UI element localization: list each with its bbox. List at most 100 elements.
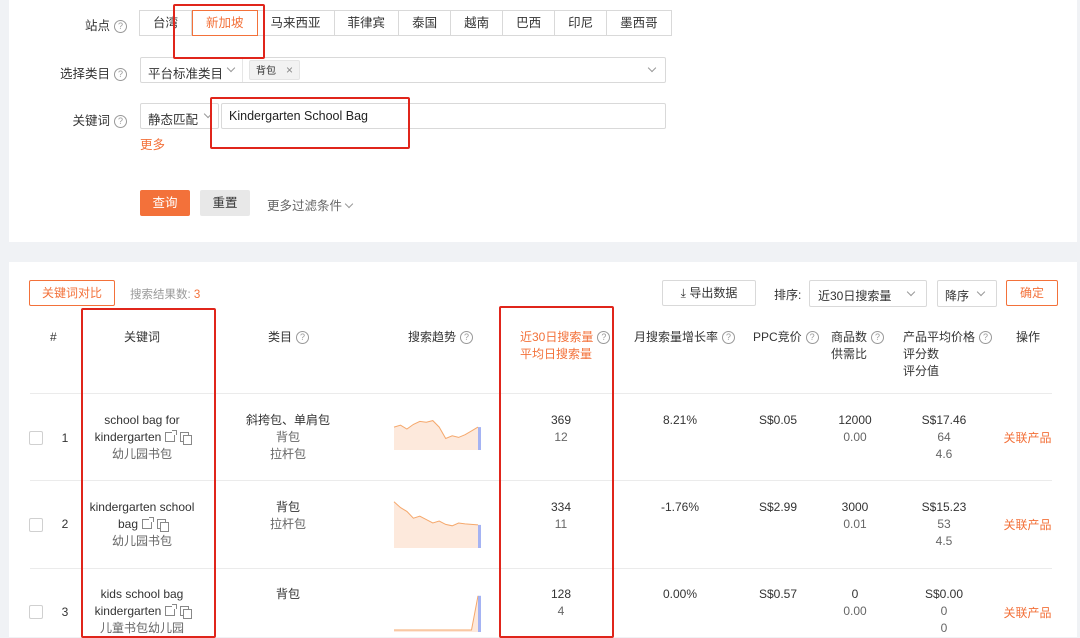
compare-button[interactable]: 关键词对比	[29, 280, 115, 306]
category-cell: 斜挎包、单肩包 背包 拉杆包	[245, 413, 330, 461]
help-icon[interactable]: ?	[871, 331, 885, 344]
row-index: 1	[61, 431, 69, 445]
col-search30[interactable]: 近30日搜索量? 平均日搜索量	[520, 329, 611, 363]
external-link-icon[interactable]	[142, 517, 155, 529]
supply-cell: 3000 0.01	[841, 500, 869, 531]
trend-sparkline	[393, 420, 481, 450]
chevron-down-icon[interactable]	[647, 63, 657, 73]
row-checkbox[interactable]	[29, 518, 43, 532]
keyword-cell: kids school bag kindergarten 儿童书包幼儿园	[82, 586, 202, 637]
row-index: 2	[61, 517, 69, 531]
site-tab-ph[interactable]: 菲律宾	[333, 10, 400, 36]
copy-icon[interactable]	[180, 432, 193, 445]
help-icon[interactable]: ?	[722, 331, 736, 344]
help-icon[interactable]: ?	[114, 68, 127, 81]
category-label: 选择类目?	[12, 63, 127, 82]
trend-line	[394, 595, 479, 631]
ppc-cell: S$2.99	[758, 500, 798, 514]
help-icon[interactable]: ?	[114, 20, 127, 33]
related-products-link[interactable]: 关联产品	[1000, 605, 1055, 622]
trend-latest-bar	[478, 595, 481, 632]
site-tab-th[interactable]: 泰国	[398, 10, 452, 36]
more-filters-toggle[interactable]: 更多过滤条件	[267, 195, 354, 214]
col-price[interactable]: 产品平均价格? 评分数 评分值	[903, 329, 993, 380]
help-icon[interactable]: ?	[597, 331, 611, 344]
trend-area	[394, 420, 478, 450]
row-checkbox[interactable]	[29, 605, 43, 619]
site-tab-vn[interactable]: 越南	[450, 10, 504, 36]
trend-latest-bar	[478, 427, 481, 450]
keyword-translation: 幼儿园书包	[111, 447, 172, 461]
site-tabs: 台湾 新加坡 马来西亚 菲律宾 泰国 越南 巴西 印尼 墨西哥	[139, 10, 672, 36]
site-tab-id[interactable]: 印尼	[554, 10, 608, 36]
col-growth[interactable]: 月搜索量增长率?	[634, 329, 736, 346]
query-button[interactable]: 查询	[140, 190, 190, 216]
keyword-text[interactable]: school bag for	[82, 412, 202, 429]
trend-sparkline	[393, 501, 481, 548]
copy-icon[interactable]	[157, 519, 170, 532]
col-trend: 搜索趋势?	[408, 329, 474, 346]
keyword-text[interactable]: kids school bag	[82, 586, 202, 603]
row-checkbox[interactable]	[29, 431, 43, 445]
col-supply[interactable]: 商品数? 供需比	[831, 329, 885, 363]
external-link-icon[interactable]	[165, 604, 178, 616]
chevron-down-icon[interactable]	[203, 109, 213, 119]
row-divider	[30, 393, 1052, 394]
external-link-icon[interactable]	[165, 430, 178, 442]
site-tab-tw[interactable]: 台湾	[139, 10, 193, 36]
keyword-text[interactable]: kindergarten school	[82, 499, 202, 516]
supply-cell: 0 0.00	[843, 587, 867, 618]
chevron-down-icon[interactable]	[976, 287, 986, 297]
export-button[interactable]: ⤓ 导出数据	[662, 280, 756, 306]
col-index: #	[50, 330, 57, 344]
sort-select[interactable]: 近30日搜索量	[809, 280, 927, 307]
related-products-link[interactable]: 关联产品	[1000, 430, 1055, 447]
price-cell: S$17.46 64 4.6	[921, 413, 967, 461]
match-type-value[interactable]: 静态匹配	[148, 109, 198, 128]
copy-icon[interactable]	[180, 606, 193, 619]
help-icon[interactable]: ?	[979, 331, 993, 344]
search-volume-cell: 369 12	[550, 413, 572, 444]
help-icon[interactable]: ?	[296, 331, 310, 344]
confirm-button[interactable]: 确定	[1006, 280, 1058, 306]
result-count: 搜索结果数: 3	[130, 289, 201, 301]
site-label: 站点?	[12, 15, 127, 34]
growth-cell: 0.00%	[662, 587, 698, 601]
category-select[interactable]: 平台标准类目 背包 ×	[140, 57, 666, 83]
help-icon[interactable]: ?	[460, 331, 474, 344]
sort-label: 排序:	[774, 288, 802, 302]
site-tab-sg[interactable]: 新加坡	[192, 10, 258, 36]
col-ppc[interactable]: PPC竞价?	[753, 329, 819, 346]
trend-sparkline	[394, 595, 481, 632]
ppc-cell: S$0.57	[758, 587, 798, 601]
site-tab-my[interactable]: 马来西亚	[256, 10, 335, 36]
sort-value[interactable]: 近30日搜索量	[818, 287, 891, 304]
related-products-link[interactable]: 关联产品	[1000, 517, 1055, 534]
more-link[interactable]: 更多	[140, 134, 165, 153]
chevron-down-icon[interactable]	[226, 63, 236, 73]
keyword-text[interactable]: kindergarten	[95, 604, 162, 618]
reset-button[interactable]: 重置	[200, 190, 250, 216]
keyword-cell: kindergarten school bag 幼儿园书包	[82, 499, 202, 550]
keyword-text[interactable]: kindergarten	[95, 430, 162, 444]
trend-area	[394, 501, 478, 548]
row-divider	[30, 480, 1052, 481]
order-select[interactable]: 降序	[937, 280, 997, 307]
keyword-input[interactable]: Kindergarten School Bag	[221, 103, 666, 129]
site-tab-br[interactable]: 巴西	[502, 10, 556, 36]
price-cell: S$0.00 0 0	[924, 587, 964, 635]
keyword-text[interactable]: bag	[118, 517, 138, 531]
price-cell: S$15.23 53 4.5	[921, 500, 967, 548]
help-icon[interactable]: ?	[805, 331, 819, 344]
category-type[interactable]: 平台标准类目	[148, 63, 223, 82]
col-keyword[interactable]: 关键词	[124, 329, 160, 346]
row-index: 3	[61, 605, 69, 619]
keyword-input-value[interactable]: Kindergarten School Bag	[229, 109, 368, 123]
ppc-cell: S$0.05	[758, 413, 798, 427]
close-icon[interactable]: ×	[286, 63, 293, 77]
help-icon[interactable]: ?	[114, 115, 127, 128]
chevron-down-icon[interactable]	[906, 287, 916, 297]
order-value[interactable]: 降序	[945, 287, 969, 304]
match-type-select[interactable]: 静态匹配	[140, 103, 219, 129]
site-tab-mx[interactable]: 墨西哥	[606, 10, 672, 36]
